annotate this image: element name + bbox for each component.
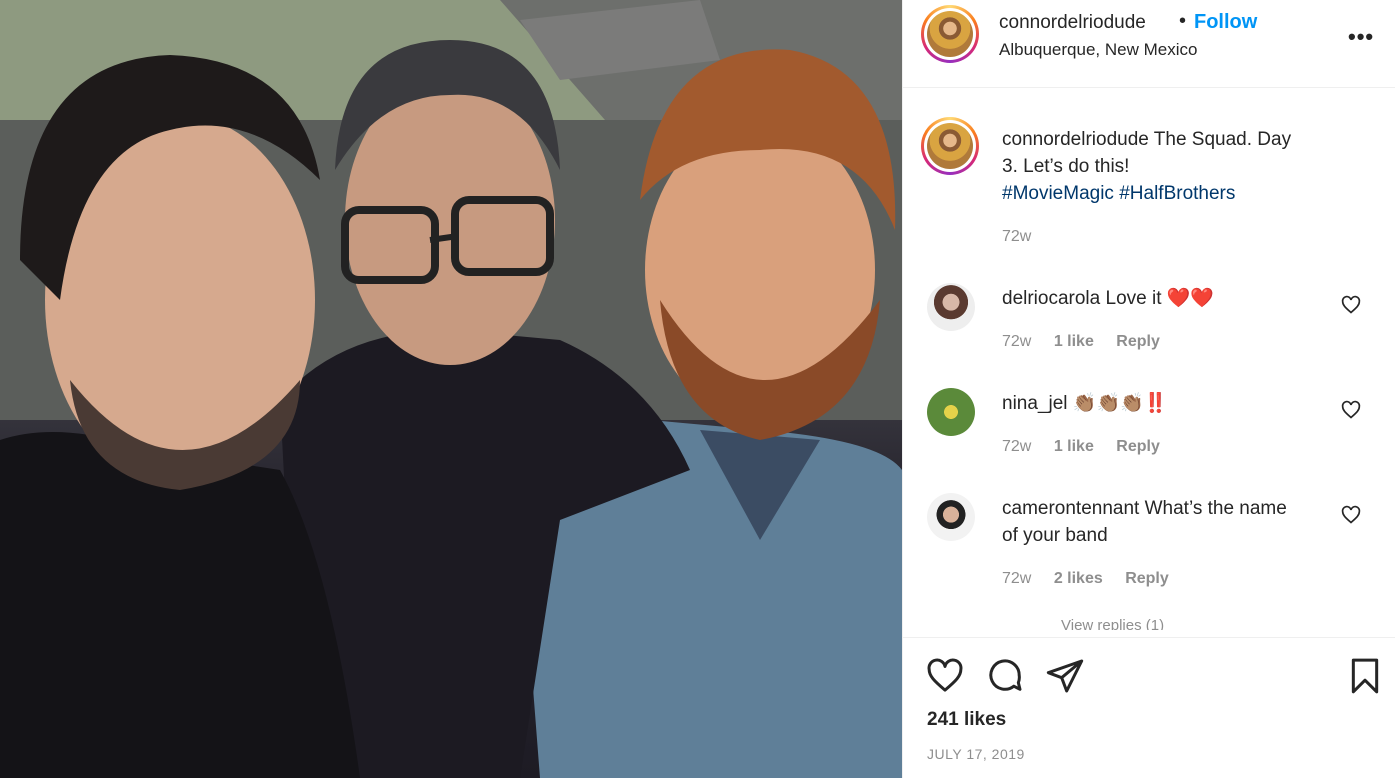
hashtag-link[interactable]: #MovieMagic xyxy=(1002,183,1114,204)
post-header: connordelriodude • Follow Albuquerque, N… xyxy=(903,0,1395,88)
author-username[interactable]: connordelriodude xyxy=(999,12,1146,34)
commenter-avatar[interactable] xyxy=(927,283,975,331)
follow-button[interactable]: Follow xyxy=(1194,11,1257,34)
comment: camerontennant What’s the name of your b… xyxy=(1002,495,1302,549)
comment-time[interactable]: 72w xyxy=(1002,570,1031,587)
reply-button[interactable]: Reply xyxy=(1116,438,1160,455)
comment-username[interactable]: delriocarola xyxy=(1002,288,1100,309)
hashtag-link[interactable]: #HalfBrothers xyxy=(1119,183,1235,204)
comment-username[interactable]: nina_jel xyxy=(1002,393,1068,414)
comment: nina_jel 👏🏽👏🏽👏🏽‼️ xyxy=(1002,390,1302,417)
comment: delriocarola Love it ❤️❤️ xyxy=(1002,285,1302,312)
share-paper-plane-icon[interactable] xyxy=(1045,656,1085,696)
view-replies-button[interactable]: View replies (1) xyxy=(1061,617,1164,630)
photo-illustration xyxy=(0,0,902,778)
comment-time[interactable]: 72w xyxy=(1002,333,1031,350)
post-side-panel: connordelriodude • Follow Albuquerque, N… xyxy=(902,0,1395,778)
save-bookmark-icon[interactable] xyxy=(1345,656,1385,696)
comment-like-heart-icon[interactable] xyxy=(1341,295,1361,315)
comment-meta: 72w 1 like Reply xyxy=(1002,438,1178,456)
comment-likes[interactable]: 1 like xyxy=(1054,333,1094,350)
post-date[interactable]: JULY 17, 2019 xyxy=(927,746,1025,762)
more-options-icon[interactable]: ••• xyxy=(1348,24,1374,50)
comment-like-heart-icon[interactable] xyxy=(1341,400,1361,420)
comment-username[interactable]: camerontennant xyxy=(1002,498,1139,519)
commenter-avatar[interactable] xyxy=(927,388,975,436)
caption-username[interactable]: connordelriodude xyxy=(1002,129,1149,150)
commenter-avatar[interactable] xyxy=(927,493,975,541)
reply-button[interactable]: Reply xyxy=(1116,333,1160,350)
comment-meta: 72w 2 likes Reply xyxy=(1002,570,1187,588)
comment-text: 👏🏽👏🏽👏🏽‼️ xyxy=(1072,393,1168,414)
post-location[interactable]: Albuquerque, New Mexico xyxy=(999,40,1197,60)
comment-time[interactable]: 72w xyxy=(1002,438,1031,455)
caption: connordelriodude The Squad. Day 3. Let’s… xyxy=(1002,126,1302,207)
comment-bubble-icon[interactable] xyxy=(985,656,1025,696)
comment-likes[interactable]: 2 likes xyxy=(1054,570,1103,587)
likes-count[interactable]: 241 likes xyxy=(927,709,1006,731)
reply-button[interactable]: Reply xyxy=(1125,570,1169,587)
caption-avatar[interactable] xyxy=(921,117,979,175)
caption-time[interactable]: 72w xyxy=(1002,228,1031,246)
comment-meta: 72w 1 like Reply xyxy=(1002,333,1178,351)
comment-like-heart-icon[interactable] xyxy=(1341,505,1361,525)
post-photo[interactable] xyxy=(0,0,902,778)
author-avatar[interactable] xyxy=(921,5,979,63)
like-heart-icon[interactable] xyxy=(925,656,965,696)
post-actions-footer: 241 likes JULY 17, 2019 xyxy=(903,637,1395,778)
separator-dot: • xyxy=(1179,10,1187,32)
comment-text: Love it ❤️❤️ xyxy=(1105,288,1215,309)
comment-likes[interactable]: 1 like xyxy=(1054,438,1094,455)
